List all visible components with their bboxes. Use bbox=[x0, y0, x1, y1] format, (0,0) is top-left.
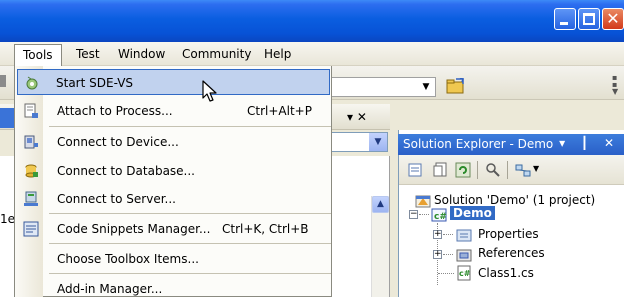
project-label: Demo bbox=[450, 206, 495, 220]
menu-item-shortcut: Ctrl+K, Ctrl+B bbox=[222, 222, 309, 236]
menu-tools[interactable]: Tools bbox=[14, 44, 62, 67]
sde-vs-icon bbox=[26, 76, 38, 90]
view-code-icon[interactable] bbox=[485, 162, 501, 178]
chevron-down-icon: ▼ bbox=[422, 82, 430, 92]
close-button[interactable]: ✕ bbox=[602, 8, 624, 30]
solution-explorer-title: Solution Explorer - Demo ▾ ┃ ✕ bbox=[398, 134, 624, 155]
menu-item-attach-to-process[interactable]: Attach to Process... Ctrl+Alt+P bbox=[17, 98, 330, 124]
menu-separator bbox=[49, 126, 331, 127]
editor-scrollbar[interactable]: ▲ bbox=[371, 196, 389, 297]
left-pane-close-icon[interactable]: ▾ ✕ bbox=[347, 110, 367, 124]
csharp-project-icon: c# bbox=[431, 208, 447, 222]
maximize-button[interactable] bbox=[578, 8, 600, 30]
solution-explorer-window-buttons[interactable]: ▾ ┃ ✕ bbox=[559, 136, 620, 150]
properties-folder-icon bbox=[456, 229, 472, 242]
refresh-icon[interactable] bbox=[455, 162, 471, 178]
collapse-project-icon[interactable]: − bbox=[409, 210, 418, 219]
scroll-up-icon[interactable]: ▲ bbox=[372, 196, 389, 213]
menu-item-label: Choose Toolbox Items... bbox=[57, 252, 199, 266]
menu-item-connect-to-device[interactable]: Connect to Device... bbox=[17, 129, 330, 155]
attach-process-icon bbox=[24, 103, 38, 118]
menu-item-label: Start SDE-VS bbox=[56, 76, 134, 90]
menu-item-shortcut: Ctrl+Alt+P bbox=[247, 104, 312, 118]
tree-line bbox=[438, 273, 454, 274]
class-diagram-icon[interactable] bbox=[515, 162, 531, 178]
maximize-icon bbox=[583, 13, 595, 25]
solution-node[interactable]: Solution 'Demo' (1 project) bbox=[434, 193, 595, 207]
menu-item-label: Code Snippets Manager... bbox=[57, 222, 211, 236]
svg-text:c#: c# bbox=[434, 212, 447, 222]
menu-item-label: Add-in Manager... bbox=[57, 282, 163, 296]
menu-separator bbox=[49, 273, 331, 274]
menu-item-choose-toolbox-items[interactable]: Choose Toolbox Items... bbox=[17, 246, 330, 272]
solution-explorer-title-text: Solution Explorer - Demo bbox=[403, 137, 554, 151]
solution-config-combo[interactable]: ▼ bbox=[330, 77, 436, 97]
chevron-down-icon[interactable]: ▼ bbox=[533, 164, 539, 173]
menu-bar: Tools Test Window Community Help bbox=[0, 42, 624, 67]
toolbar-separator bbox=[507, 161, 508, 179]
menu-item-connect-to-server[interactable]: Connect to Server... bbox=[17, 186, 330, 212]
properties-node[interactable]: Properties bbox=[478, 227, 539, 241]
minimize-icon bbox=[560, 22, 568, 25]
tree-line bbox=[443, 234, 453, 235]
menu-help[interactable]: Help bbox=[264, 47, 291, 61]
toolbar-grip bbox=[0, 75, 6, 87]
tools-menu-dropdown: Start SDE-VS Attach to Process... Ctrl+A… bbox=[14, 66, 332, 297]
references-folder-icon bbox=[456, 249, 472, 262]
menu-item-connect-to-database[interactable]: Connect to Database... bbox=[17, 158, 330, 184]
properties-icon[interactable] bbox=[407, 162, 423, 178]
mouse-cursor-icon bbox=[202, 80, 217, 102]
toolbar-overflow-icon[interactable]: ▪ ▪ ▼ bbox=[612, 74, 620, 96]
menu-item-add-in-manager[interactable]: Add-in Manager... bbox=[17, 276, 330, 297]
expand-references-icon[interactable]: + bbox=[433, 250, 442, 259]
expand-properties-icon[interactable]: + bbox=[433, 230, 442, 239]
show-all-files-icon[interactable] bbox=[433, 162, 449, 178]
solution-icon bbox=[415, 195, 431, 208]
code-text-fragment: 1e bbox=[0, 212, 16, 226]
class1-file-node[interactable]: Class1.cs bbox=[478, 266, 534, 280]
close-icon: ✕ bbox=[606, 9, 620, 28]
csharp-file-icon: c# bbox=[457, 265, 471, 281]
menu-item-code-snippets-manager[interactable]: Code Snippets Manager... Ctrl+K, Ctrl+B bbox=[17, 216, 330, 242]
menu-item-label: Connect to Server... bbox=[57, 192, 176, 206]
toolbar-separator bbox=[477, 161, 478, 179]
menu-item-start-sde-vs[interactable]: Start SDE-VS bbox=[17, 69, 330, 95]
references-node[interactable]: References bbox=[478, 246, 545, 260]
device-icon bbox=[24, 135, 38, 149]
project-node-demo[interactable]: Demo bbox=[450, 206, 495, 220]
minimize-button[interactable] bbox=[554, 8, 576, 30]
menu-separator bbox=[49, 213, 331, 214]
menu-window[interactable]: Window bbox=[118, 47, 165, 61]
menu-item-label: Connect to Device... bbox=[57, 135, 179, 149]
menu-test[interactable]: Test bbox=[76, 47, 100, 61]
menu-item-label: Connect to Database... bbox=[57, 164, 195, 178]
tree-line bbox=[443, 254, 453, 255]
snippets-icon bbox=[23, 221, 39, 237]
menu-separator bbox=[49, 243, 331, 244]
database-icon bbox=[25, 164, 38, 178]
menu-community[interactable]: Community bbox=[182, 47, 251, 61]
server-icon bbox=[24, 191, 38, 206]
svg-text:c#: c# bbox=[459, 269, 471, 278]
solution-explorer-toolbar: ▼ bbox=[399, 155, 624, 185]
menu-item-label: Attach to Process... bbox=[57, 104, 173, 118]
tree-line bbox=[419, 214, 429, 215]
open-folder-icon[interactable] bbox=[446, 78, 466, 95]
window-titlebar: ✕ bbox=[0, 0, 624, 42]
chevron-down-icon: ▼ bbox=[369, 133, 387, 151]
member-combo[interactable]: ▼ bbox=[330, 132, 388, 152]
